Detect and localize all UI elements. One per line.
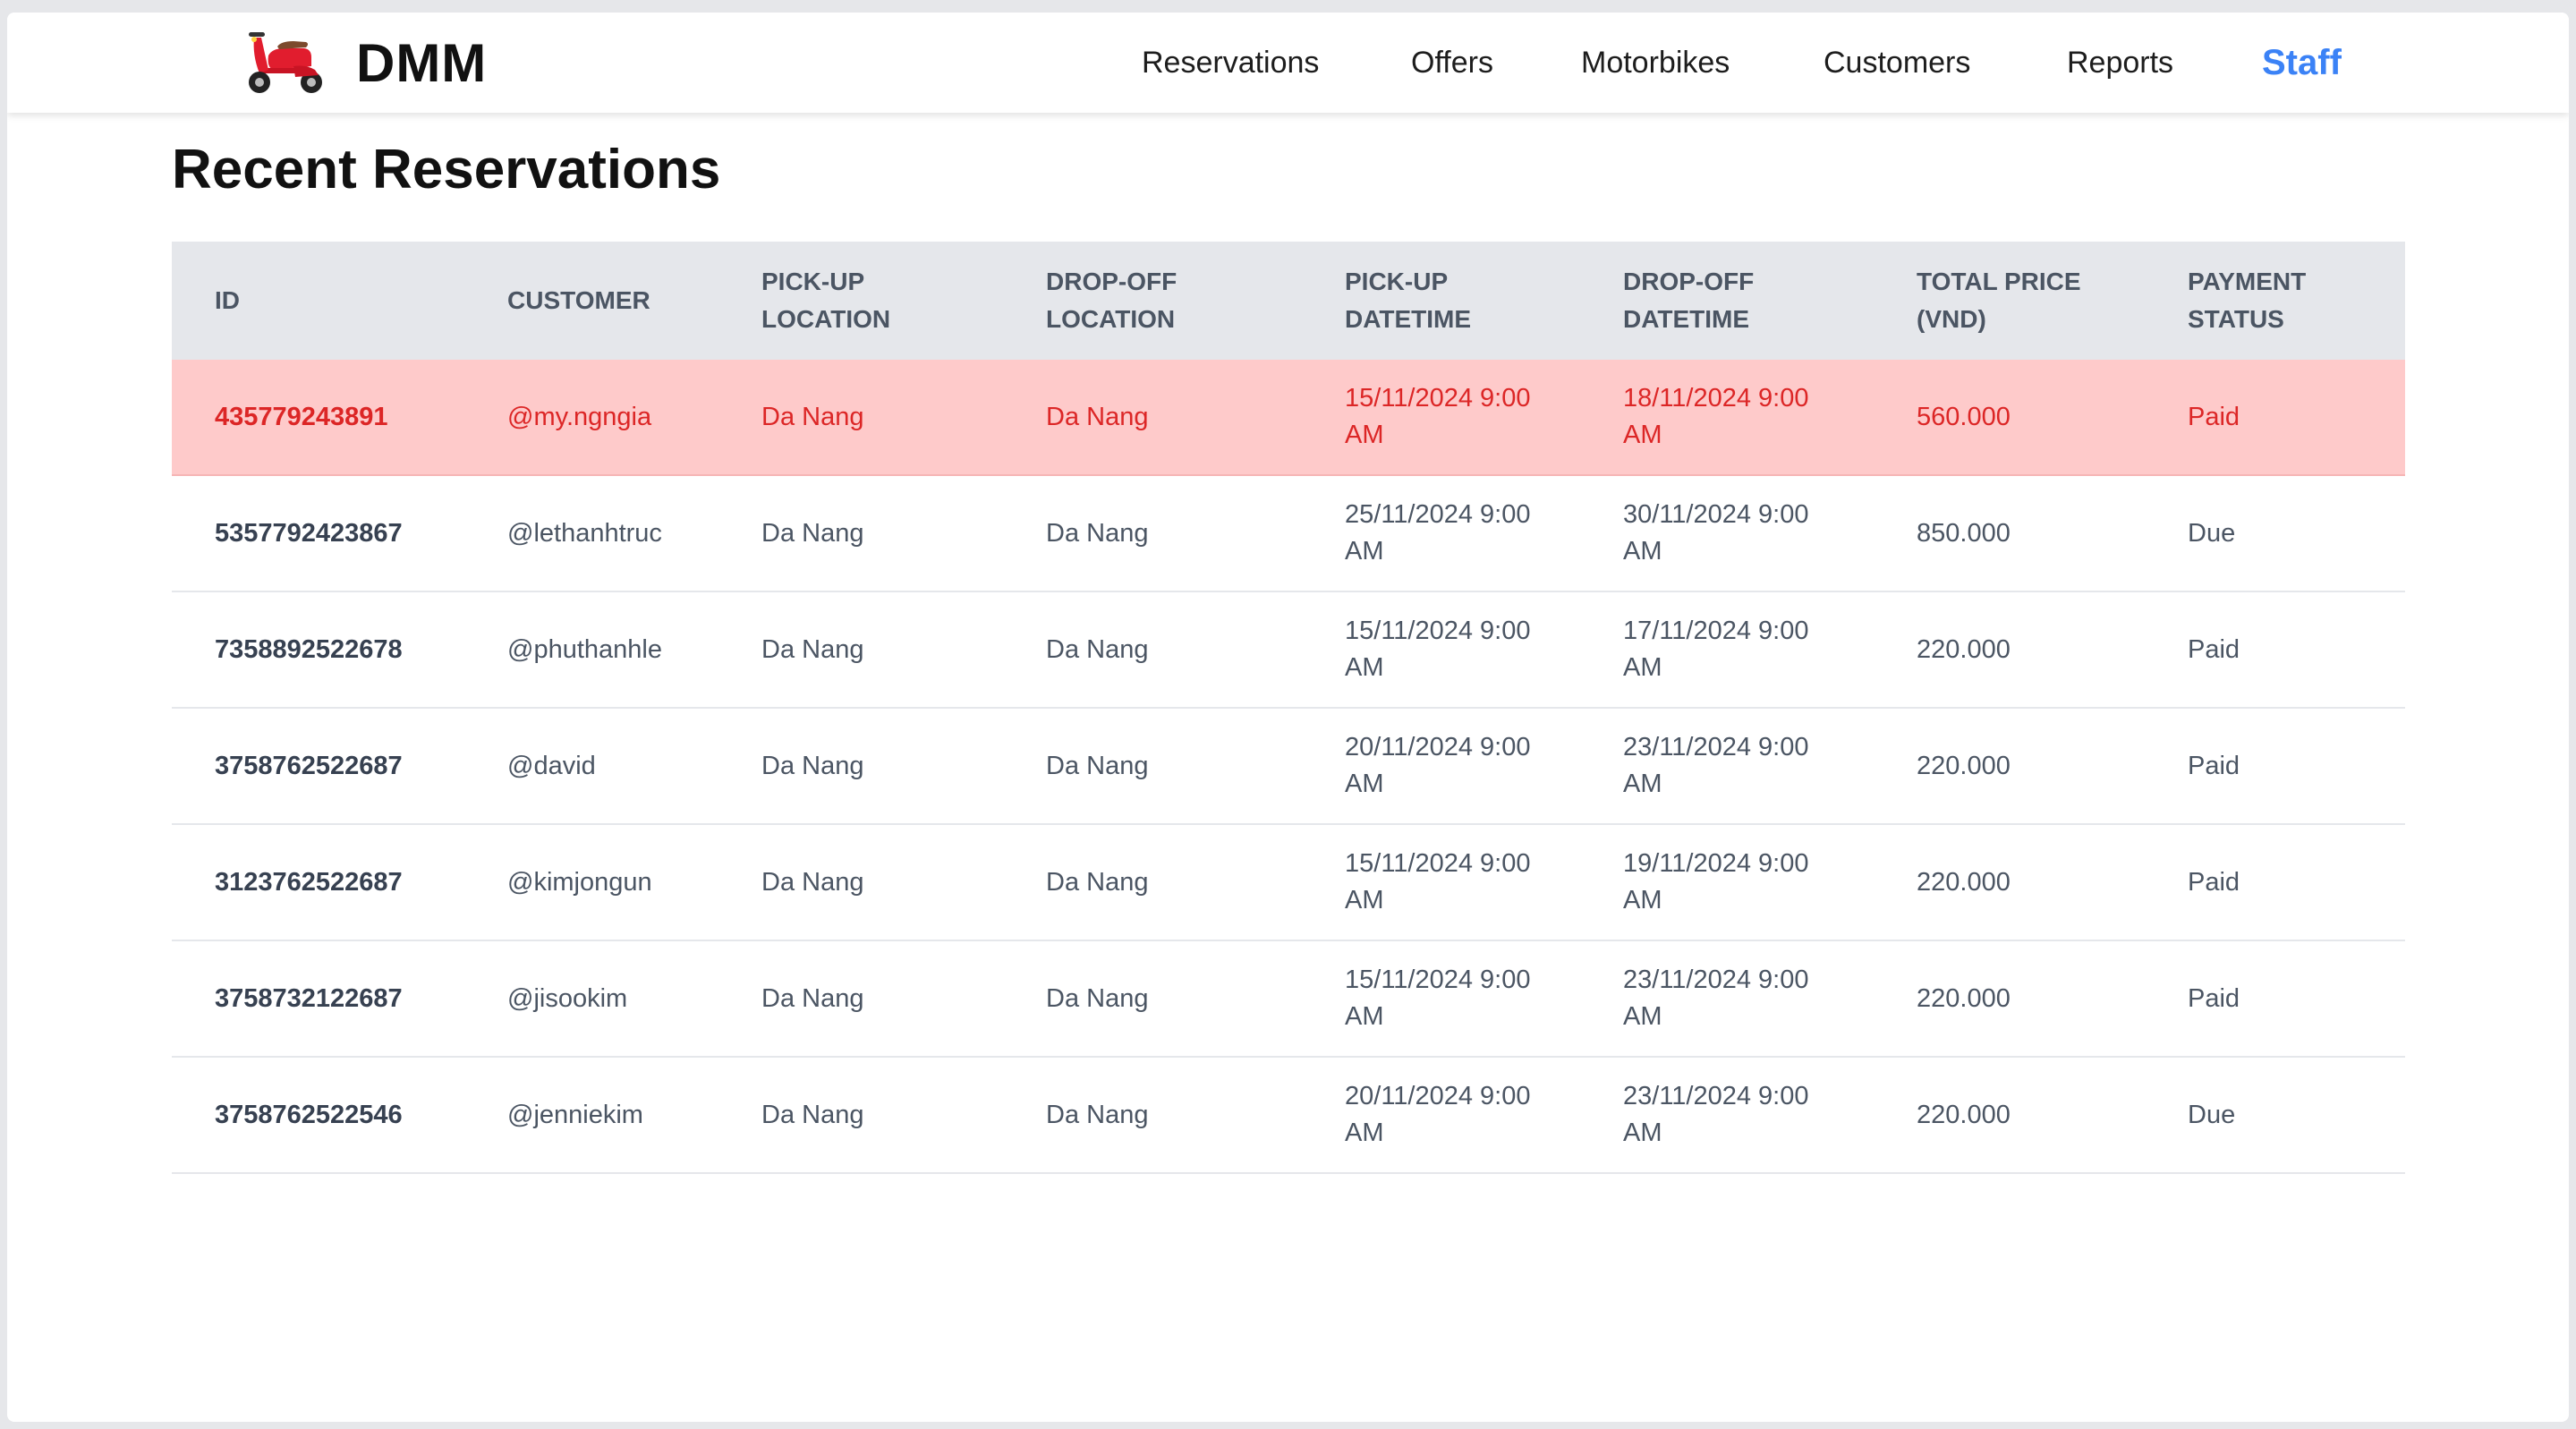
cell-total-price: 560.000 — [1917, 402, 2011, 431]
cell-pickup-datetime: 20/11/2024 9:00 AM — [1345, 733, 1531, 798]
cell-customer: @jisookim — [507, 983, 628, 1013]
page-title: Recent Reservations — [172, 139, 721, 200]
cell-payment-status: Paid — [2188, 751, 2240, 780]
app-window: DMM Reservations Offers Motorbikes Custo… — [7, 13, 2569, 1422]
cell-pickup-location: Da Nang — [761, 751, 864, 780]
table-row[interactable]: 7358892522678 @phuthanhle Da Nang Da Nan… — [172, 592, 2405, 709]
cell-id: 3123762522687 — [215, 867, 403, 897]
brand[interactable]: DMM — [242, 29, 487, 97]
cell-customer: @phuthanhle — [507, 634, 662, 664]
cell-pickup-location: Da Nang — [761, 1100, 864, 1129]
cell-pickup-location: Da Nang — [761, 634, 864, 664]
nav-staff[interactable]: Staff — [2262, 13, 2342, 113]
nav-reports[interactable]: Reports — [2067, 13, 2173, 113]
cell-id: 3758762522687 — [215, 751, 403, 780]
cell-total-price: 220.000 — [1917, 751, 2011, 780]
table-row[interactable]: 5357792423867 @lethanhtruc Da Nang Da Na… — [172, 476, 2405, 592]
cell-payment-status: Paid — [2188, 867, 2240, 897]
cell-id: 3758732122687 — [215, 983, 403, 1013]
cell-id: 3758762522546 — [215, 1100, 403, 1129]
cell-dropoff-datetime: 23/11/2024 9:00 AM — [1623, 965, 1809, 1031]
cell-dropoff-datetime: 30/11/2024 9:00 AM — [1623, 500, 1809, 566]
cell-dropoff-datetime: 23/11/2024 9:00 AM — [1623, 1082, 1809, 1147]
cell-dropoff-location: Da Nang — [1046, 402, 1149, 431]
table-row[interactable]: 3758762522687 @david Da Nang Da Nang 20/… — [172, 709, 2405, 825]
header-pickup-datetime: PICK-UP DATETIME — [1345, 268, 1472, 333]
header-customer: CUSTOMER — [507, 286, 650, 314]
cell-dropoff-location: Da Nang — [1046, 983, 1149, 1013]
cell-customer: @my.ngngia — [507, 402, 652, 431]
cell-pickup-location: Da Nang — [761, 402, 864, 431]
cell-payment-status: Paid — [2188, 634, 2240, 664]
cell-pickup-datetime: 15/11/2024 9:00 AM — [1345, 617, 1531, 682]
cell-pickup-datetime: 15/11/2024 9:00 AM — [1345, 849, 1531, 914]
table-row[interactable]: 435779243891 @my.ngngia Da Nang Da Nang … — [172, 360, 2405, 476]
cell-total-price: 220.000 — [1917, 867, 2011, 897]
scooter-icon — [242, 29, 331, 97]
table-header: ID CUSTOMER PICK-UP LOCATION DROP-OFF LO… — [172, 242, 2405, 360]
reservations-table: ID CUSTOMER PICK-UP LOCATION DROP-OFF LO… — [172, 242, 2405, 1174]
cell-total-price: 220.000 — [1917, 634, 2011, 664]
cell-dropoff-location: Da Nang — [1046, 634, 1149, 664]
cell-pickup-datetime: 20/11/2024 9:00 AM — [1345, 1082, 1531, 1147]
nav-offers[interactable]: Offers — [1411, 13, 1493, 113]
header-id: ID — [215, 286, 240, 314]
cell-id: 435779243891 — [215, 402, 388, 431]
table-row[interactable]: 3758762522546 @jenniekim Da Nang Da Nang… — [172, 1058, 2405, 1174]
cell-dropoff-location: Da Nang — [1046, 1100, 1149, 1129]
cell-total-price: 850.000 — [1917, 518, 2011, 548]
cell-total-price: 220.000 — [1917, 1100, 2011, 1129]
cell-payment-status: Due — [2188, 1100, 2236, 1129]
cell-payment-status: Paid — [2188, 402, 2240, 431]
header-dropoff-location: DROP-OFF LOCATION — [1046, 268, 1177, 333]
header-pickup-location: PICK-UP LOCATION — [761, 268, 891, 333]
cell-pickup-datetime: 15/11/2024 9:00 AM — [1345, 384, 1531, 449]
cell-customer: @jenniekim — [507, 1100, 643, 1129]
cell-dropoff-datetime: 23/11/2024 9:00 AM — [1623, 733, 1809, 798]
cell-pickup-location: Da Nang — [761, 867, 864, 897]
cell-total-price: 220.000 — [1917, 983, 2011, 1013]
cell-id: 7358892522678 — [215, 634, 403, 664]
cell-dropoff-location: Da Nang — [1046, 867, 1149, 897]
table-row[interactable]: 3758732122687 @jisookim Da Nang Da Nang … — [172, 941, 2405, 1058]
top-navbar: DMM Reservations Offers Motorbikes Custo… — [7, 13, 2569, 113]
nav-motorbikes[interactable]: Motorbikes — [1581, 13, 1730, 113]
cell-dropoff-datetime: 18/11/2024 9:00 AM — [1623, 384, 1809, 449]
nav-customers[interactable]: Customers — [1824, 13, 1970, 113]
header-dropoff-datetime: DROP-OFF DATETIME — [1623, 268, 1755, 333]
cell-customer: @kimjongun — [507, 867, 652, 897]
cell-dropoff-location: Da Nang — [1046, 751, 1149, 780]
cell-pickup-location: Da Nang — [761, 518, 864, 548]
cell-dropoff-datetime: 19/11/2024 9:00 AM — [1623, 849, 1809, 914]
cell-pickup-location: Da Nang — [761, 983, 864, 1013]
cell-payment-status: Due — [2188, 518, 2236, 548]
cell-dropoff-datetime: 17/11/2024 9:00 AM — [1623, 617, 1809, 682]
cell-customer: @david — [507, 751, 596, 780]
header-payment-status: PAYMENT STATUS — [2188, 268, 2307, 333]
cell-pickup-datetime: 25/11/2024 9:00 AM — [1345, 500, 1531, 566]
cell-pickup-datetime: 15/11/2024 9:00 AM — [1345, 965, 1531, 1031]
cell-payment-status: Paid — [2188, 983, 2240, 1013]
nav-reservations[interactable]: Reservations — [1142, 13, 1319, 113]
cell-id: 5357792423867 — [215, 518, 403, 548]
brand-name: DMM — [356, 32, 488, 93]
cell-customer: @lethanhtruc — [507, 518, 662, 548]
header-total-price: TOTAL PRICE (VND) — [1917, 268, 2081, 333]
cell-dropoff-location: Da Nang — [1046, 518, 1149, 548]
table-row[interactable]: 3123762522687 @kimjongun Da Nang Da Nang… — [172, 825, 2405, 941]
